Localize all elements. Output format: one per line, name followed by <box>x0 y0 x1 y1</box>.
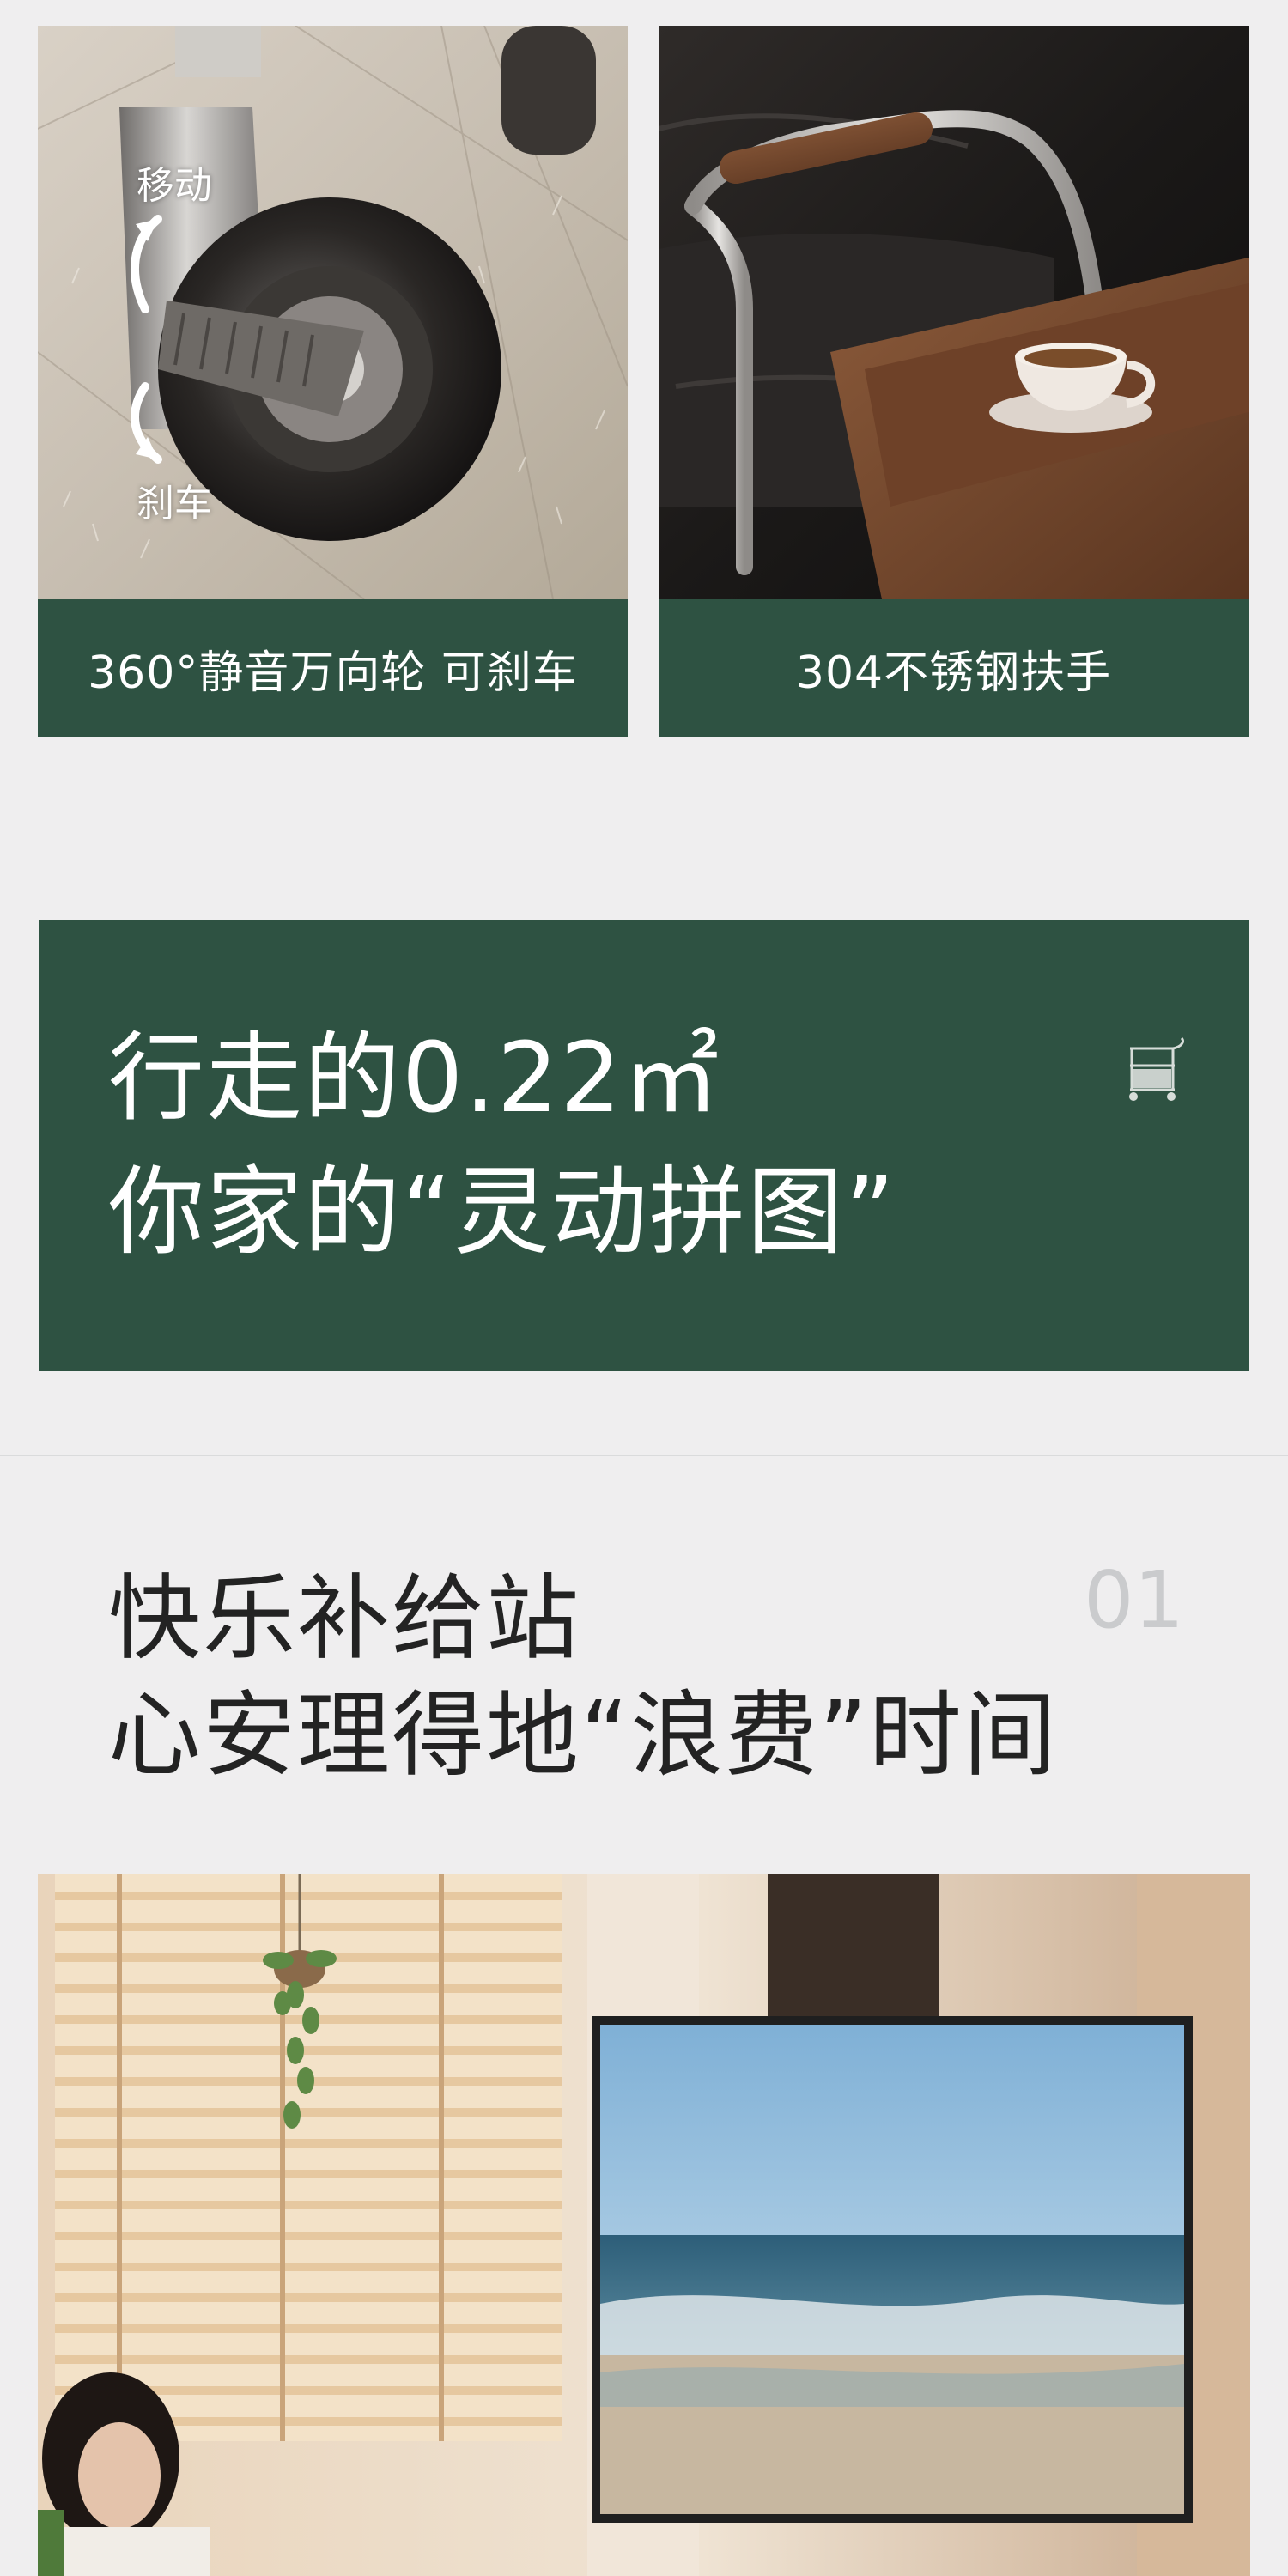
feature-card-handrail: 304不锈钢扶手 <box>659 26 1249 737</box>
section-number: 01 <box>1084 1554 1185 1646</box>
handrail-image <box>659 26 1249 599</box>
living-room-photo <box>38 1874 1250 2576</box>
living-room-image <box>38 1874 1250 2576</box>
move-label: 移动 <box>137 164 212 208</box>
feature-caption-wheel: 360°静音万向轮 可刹车 <box>88 647 578 699</box>
section-divider <box>0 1455 1288 1456</box>
banner-line-1: 行走的0.22㎡ <box>108 1023 721 1134</box>
section-title-line-1: 快乐补给站 <box>108 1565 581 1673</box>
section-title-line-2: 心安理得地“浪费”时间 <box>108 1682 1058 1789</box>
brake-label: 刹车 <box>137 482 212 526</box>
wheel-photo: 移动 刹车 <box>38 26 628 599</box>
feature-card-wheel: 移动 刹车 360°静音万向轮 可刹车 <box>38 26 628 737</box>
slogan-banner: 行走的0.22㎡ 你家的“灵动拼图” <box>39 920 1249 1371</box>
banner-line-2: 你家的“灵动拼图” <box>108 1157 897 1268</box>
handrail-photo <box>659 26 1249 599</box>
feature-caption-handrail: 304不锈钢扶手 <box>795 647 1112 699</box>
caster-wheel-image <box>38 26 628 599</box>
cart-icon <box>1129 1036 1185 1101</box>
